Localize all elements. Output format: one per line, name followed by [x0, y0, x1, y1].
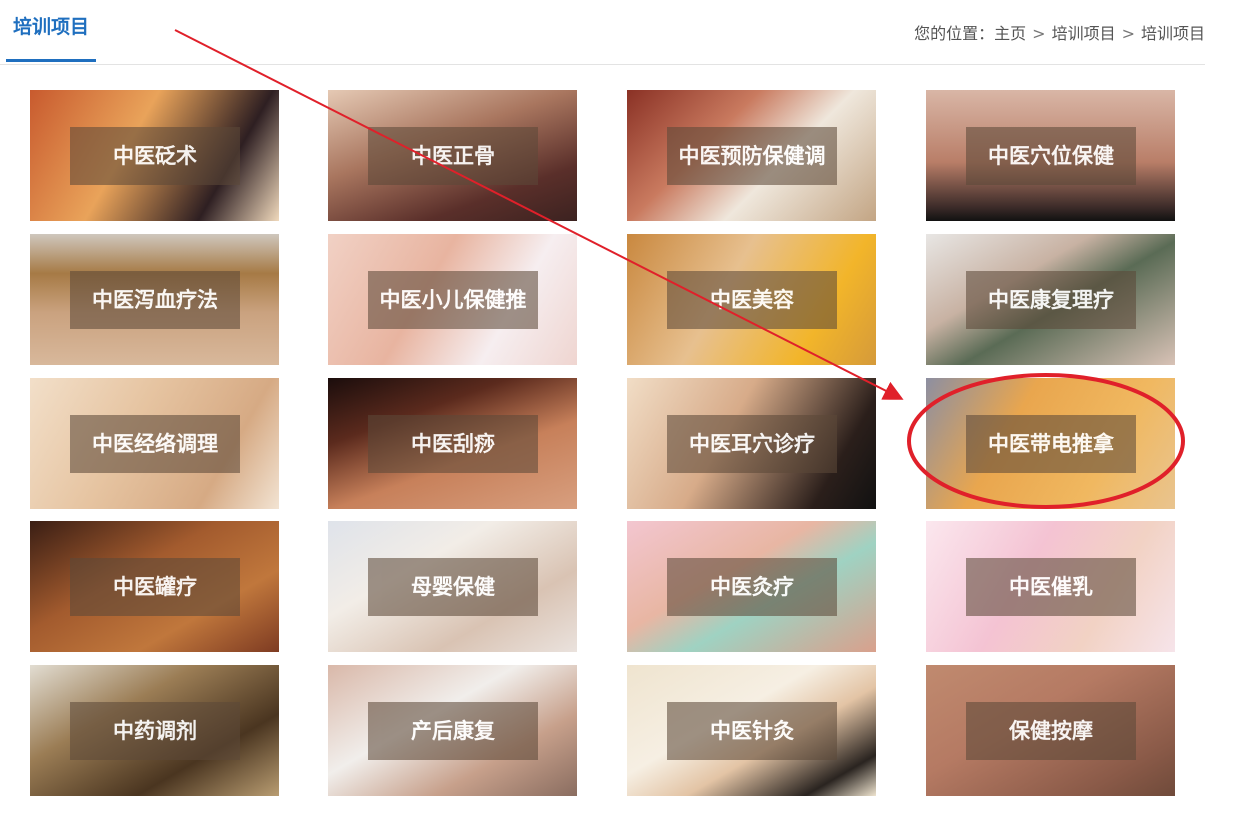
project-label: 中药调剂	[70, 702, 240, 760]
project-label: 保健按摩	[966, 702, 1136, 760]
project-tile[interactable]: 中医预防保健调	[627, 90, 876, 221]
project-tile[interactable]: 中药调剂	[30, 665, 279, 796]
project-tile[interactable]: 中医砭术	[30, 90, 279, 221]
project-tile[interactable]: 保健按摩	[926, 665, 1175, 796]
project-tile[interactable]: 中医穴位保健	[926, 90, 1175, 221]
project-label: 中医康复理疗	[966, 271, 1136, 329]
project-tile[interactable]: 中医灸疗	[627, 521, 876, 652]
project-tile[interactable]: 中医罐疗	[30, 521, 279, 652]
project-label: 中医预防保健调	[667, 127, 837, 185]
project-label: 中医刮痧	[368, 415, 538, 473]
project-label: 中医带电推拿	[966, 415, 1136, 473]
project-tile[interactable]: 中医经络调理	[30, 378, 279, 509]
project-label: 中医砭术	[70, 127, 240, 185]
training-project-grid: 中医砭术 中医正骨 中医预防保健调 中医穴位保健 中医泻血疗法 中医小儿保健推 …	[0, 0, 1239, 818]
project-tile[interactable]: 产后康复	[328, 665, 577, 796]
project-label: 中医催乳	[966, 558, 1136, 616]
project-label: 中医小儿保健推	[368, 271, 538, 329]
project-tile[interactable]: 中医刮痧	[328, 378, 577, 509]
project-tile[interactable]: 中医带电推拿	[926, 378, 1175, 509]
project-tile[interactable]: 中医正骨	[328, 90, 577, 221]
project-tile[interactable]: 中医针灸	[627, 665, 876, 796]
project-label: 中医灸疗	[667, 558, 837, 616]
project-label: 产后康复	[368, 702, 538, 760]
project-label: 中医耳穴诊疗	[667, 415, 837, 473]
project-label: 中医穴位保健	[966, 127, 1136, 185]
project-label: 中医罐疗	[70, 558, 240, 616]
project-tile[interactable]: 中医耳穴诊疗	[627, 378, 876, 509]
project-tile[interactable]: 中医泻血疗法	[30, 234, 279, 365]
project-tile[interactable]: 中医康复理疗	[926, 234, 1175, 365]
project-tile[interactable]: 中医催乳	[926, 521, 1175, 652]
project-label: 中医针灸	[667, 702, 837, 760]
project-tile[interactable]: 中医美容	[627, 234, 876, 365]
project-tile[interactable]: 中医小儿保健推	[328, 234, 577, 365]
project-label: 中医泻血疗法	[70, 271, 240, 329]
project-label: 中医经络调理	[70, 415, 240, 473]
project-label: 母婴保健	[368, 558, 538, 616]
project-label: 中医美容	[667, 271, 837, 329]
project-label: 中医正骨	[368, 127, 538, 185]
project-tile[interactable]: 母婴保健	[328, 521, 577, 652]
